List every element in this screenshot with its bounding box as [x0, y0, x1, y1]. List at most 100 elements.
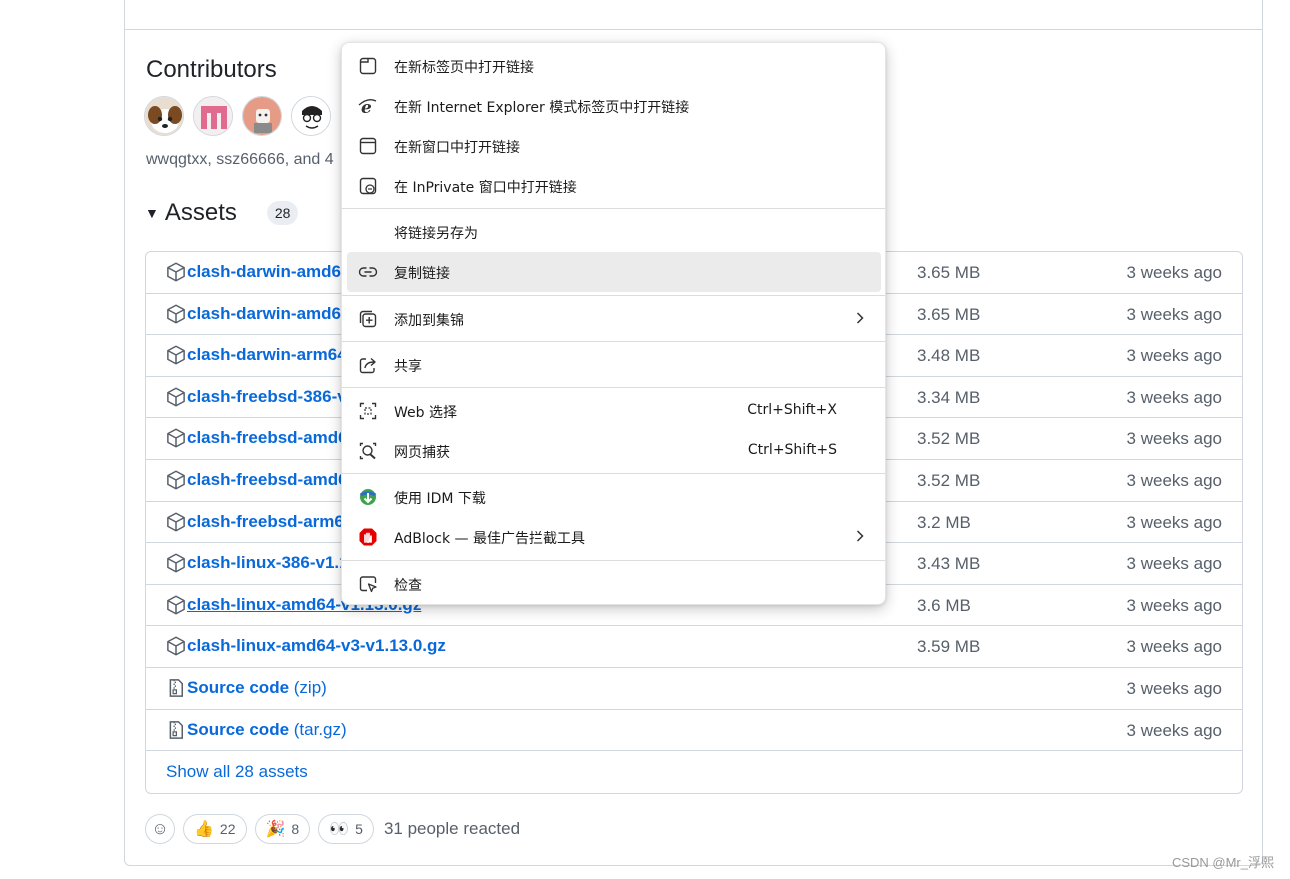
menu-item-label: 检查 — [394, 578, 422, 594]
asset-size: 3.43 MB — [917, 554, 981, 574]
menu-item-label: 在新窗口中打开链接 — [394, 140, 520, 156]
reaction-count: 22 — [219, 821, 236, 837]
chevron-right-icon — [855, 310, 865, 326]
asset-size: 3.65 MB — [917, 263, 981, 282]
asset-size: 3.65 MB — [917, 304, 981, 324]
menu-item[interactable]: 添加到集锦 — [342, 299, 885, 339]
avatar[interactable] — [144, 96, 184, 136]
tada-icon: 🎉 — [265, 821, 286, 838]
smiley-icon: ☺ — [151, 819, 169, 838]
menu-item[interactable]: 使用 IDM 下载 — [342, 477, 885, 517]
menu-item[interactable]: Web 选择 Ctrl+Shift+X — [342, 391, 885, 431]
asset-link[interactable]: clash-linux-amd64-v3-v1.13.0.gz — [187, 636, 446, 656]
asset-time: 3 weeks ago — [1126, 471, 1222, 490]
reaction-thumbs-up[interactable]: 👍 22 — [183, 814, 247, 844]
asset-link[interactable]: Source code (tar.gz) — [187, 720, 347, 740]
asset-time: 3 weeks ago — [1126, 720, 1222, 740]
menu-item[interactable]: 在新窗口中打开链接 — [342, 126, 885, 166]
package-icon — [166, 428, 186, 448]
asset-link[interactable]: clash-freebsd-386-v — [187, 387, 347, 407]
asset-link[interactable]: clash-darwin-amd6 — [187, 262, 341, 282]
internet-explorer-icon: e — [358, 96, 378, 118]
menu-separator — [342, 560, 885, 561]
avatar[interactable] — [242, 96, 282, 136]
inspect-icon — [358, 574, 378, 594]
package-icon — [166, 512, 186, 532]
show-all-assets-link[interactable]: Show all 28 assets — [166, 762, 308, 782]
asset-time: 3 weeks ago — [1126, 554, 1222, 574]
reactions-summary: 31 people reacted — [383, 819, 521, 838]
reactions-bar: ☺ 👍 22 🎉 8 👀 5 31 people reacted — [145, 814, 520, 844]
contributors-heading: Contributors — [146, 56, 277, 83]
package-icon — [166, 636, 186, 656]
watermark: CSDN @Mr_浮熙 — [1171, 855, 1274, 870]
asset-link[interactable]: clash-freebsd-amd6 — [187, 428, 348, 448]
asset-ext: (zip) — [289, 678, 327, 697]
assets-count-badge: 28 — [266, 201, 299, 225]
chevron-right-icon — [855, 528, 865, 544]
menu-item-shortcut: Ctrl+Shift+X — [747, 402, 837, 418]
reaction-count: 8 — [291, 821, 300, 837]
contributor-names: wwqgtxx, ssz66666, and 4 — [146, 151, 334, 168]
new-window-icon — [358, 136, 378, 156]
menu-item[interactable]: 共享 — [342, 345, 885, 385]
assets-header[interactable]: ▼ Assets 28 — [145, 199, 299, 227]
package-icon — [166, 595, 186, 615]
new-tab-icon — [358, 56, 378, 76]
asset-link[interactable]: Source code (zip) — [187, 678, 327, 698]
web-select-icon — [358, 401, 378, 421]
asset-link[interactable]: clash-darwin-amd6 — [187, 304, 341, 324]
context-menu: 在新标签页中打开链接 e 在新 Internet Explorer 模式标签页中打开… — [341, 42, 886, 605]
menu-separator — [342, 473, 885, 474]
menu-separator — [342, 295, 885, 296]
thumbs-up-icon: 👍 — [194, 821, 214, 838]
share-icon — [358, 355, 378, 375]
asset-time: 3 weeks ago — [1126, 679, 1222, 698]
package-icon — [166, 387, 186, 407]
asset-row: Source code (zip) 3 weeks ago — [146, 668, 1242, 710]
asset-size: 3.2 MB — [917, 512, 971, 532]
asset-time: 3 weeks ago — [1126, 346, 1222, 366]
menu-item[interactable]: 在新标签页中打开链接 — [342, 46, 885, 86]
file-zip-icon — [166, 720, 186, 740]
asset-time: 3 weeks ago — [1126, 304, 1222, 324]
menu-item[interactable]: 检查 — [342, 564, 885, 604]
package-icon — [166, 345, 186, 365]
menu-item-label: 将链接另存为 — [394, 226, 478, 242]
menu-item[interactable]: 网页捕获 Ctrl+Shift+S — [342, 431, 885, 471]
menu-item-shortcut: Ctrl+Shift+S — [747, 442, 837, 458]
menu-separator — [342, 387, 885, 388]
assets-title: Assets — [164, 199, 237, 226]
menu-item-label: Web 选择 — [394, 405, 457, 421]
asset-size: 3.59 MB — [917, 637, 981, 657]
avatar[interactable] — [291, 96, 331, 136]
asset-size: 3.6 MB — [917, 595, 971, 615]
asset-time: 3 weeks ago — [1126, 429, 1222, 449]
menu-item-label: 复制链接 — [394, 266, 450, 282]
asset-time: 3 weeks ago — [1126, 595, 1222, 615]
reaction-tada[interactable]: 🎉 8 — [254, 814, 311, 844]
asset-link[interactable]: clash-freebsd-amd6 — [187, 470, 348, 490]
menu-item[interactable]: 在 InPrivate 窗口中打开链接 — [342, 166, 885, 206]
asset-time: 3 weeks ago — [1126, 512, 1222, 532]
add-reaction-button[interactable]: ☺ — [145, 814, 175, 844]
menu-item[interactable]: AdBlock — 最佳广告拦截工具 — [342, 517, 885, 557]
menu-item[interactable]: e 在新 Internet Explorer 模式标签页中打开链接 — [342, 86, 885, 126]
eyes-icon: 👀 — [329, 821, 350, 838]
adblock-icon — [358, 527, 378, 547]
avatar[interactable] — [193, 96, 233, 136]
collections-icon — [358, 309, 378, 329]
asset-size: 3.52 MB — [917, 471, 981, 490]
asset-link[interactable]: clash-darwin-arm64 — [187, 345, 347, 365]
menu-separator — [342, 341, 885, 342]
menu-item-label: 在新标签页中打开链接 — [394, 60, 534, 76]
asset-link[interactable]: clash-linux-386-v1.1 — [187, 553, 349, 573]
package-icon — [166, 553, 186, 573]
asset-size: 3.48 MB — [917, 346, 981, 366]
asset-row: clash-linux-amd64-v3-v1.13.0.gz 3.59 MB 3 … — [146, 626, 1242, 668]
asset-time: 3 weeks ago — [1126, 637, 1222, 657]
menu-item[interactable]: 复制链接 — [347, 252, 881, 292]
asset-link[interactable]: clash-freebsd-arm6 — [187, 512, 344, 532]
reaction-eyes[interactable]: 👀 5 — [318, 814, 374, 844]
menu-item[interactable]: 将链接另存为 — [342, 212, 885, 252]
